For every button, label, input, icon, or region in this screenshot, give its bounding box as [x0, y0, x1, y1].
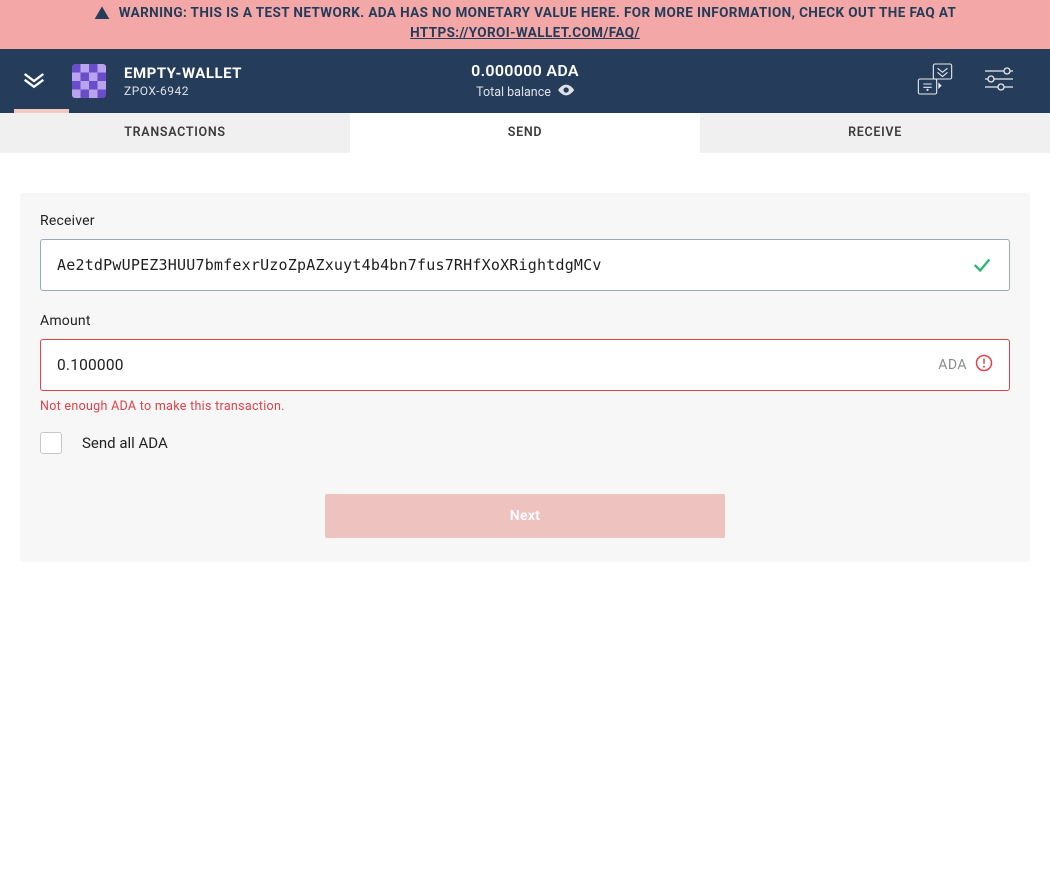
checkmark-icon	[971, 254, 993, 276]
warning-link[interactable]: HTTPS://YOROI-WALLET.COM/FAQ/	[410, 25, 640, 41]
tab-send[interactable]: SEND	[350, 113, 700, 153]
wallet-avatar	[72, 64, 106, 98]
settings-icon[interactable]	[983, 65, 1015, 97]
balance-block: 0.000000 ADA Total balance	[471, 61, 579, 100]
amount-error: Not enough ADA to make this transaction.	[40, 399, 1010, 414]
eye-icon[interactable]	[558, 84, 574, 100]
balance-sub-label: Total balance	[476, 85, 551, 100]
amount-input-wrap[interactable]: ADA	[40, 339, 1010, 391]
warning-text: WARNING: THIS IS A TEST NETWORK. ADA HAS…	[119, 3, 957, 23]
wallet-name: EMPTY-WALLET	[124, 64, 242, 82]
send-all-checkbox[interactable]	[40, 432, 62, 454]
warning-icon	[94, 5, 110, 21]
warning-banner: WARNING: THIS IS A TEST NETWORK. ADA HAS…	[0, 0, 1050, 49]
wallet-sub: ZPOX-6942	[124, 84, 242, 98]
app-header: EMPTY-WALLET ZPOX-6942 0.000000 ADA Tota…	[0, 49, 1050, 113]
tx-icon[interactable]	[915, 61, 955, 101]
amount-input[interactable]	[57, 356, 961, 374]
amount-currency: ADA	[938, 357, 967, 373]
tabs: TRANSACTIONS SEND RECEIVE	[0, 113, 1050, 153]
amount-label: Amount	[40, 313, 1010, 329]
tab-transactions[interactable]: TRANSACTIONS	[0, 113, 350, 153]
error-icon	[975, 354, 993, 376]
send-all-label: Send all ADA	[82, 434, 168, 452]
wallet-meta: EMPTY-WALLET ZPOX-6942	[124, 64, 242, 98]
tab-receive[interactable]: RECEIVE	[700, 113, 1050, 153]
receiver-input[interactable]	[57, 256, 961, 274]
receiver-input-wrap[interactable]	[40, 239, 1010, 291]
balance-amount: 0.000000 ADA	[471, 61, 579, 80]
receiver-label: Receiver	[40, 213, 1010, 229]
back-indicator	[14, 109, 69, 113]
back-button[interactable]	[14, 61, 54, 101]
send-card: Receiver Amount ADA Not enough ADA to ma…	[20, 193, 1030, 562]
next-button[interactable]: Next	[325, 494, 725, 538]
